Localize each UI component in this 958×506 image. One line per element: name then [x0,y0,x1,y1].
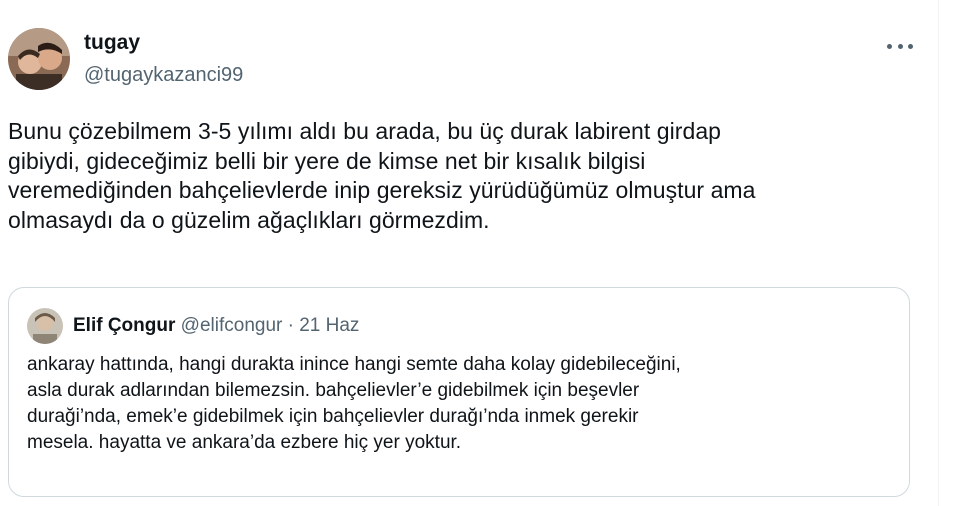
timeline-divider [938,0,939,506]
quote-text: ankaray hattında, hangi durakta inince h… [27,354,681,453]
tweet[interactable]: tugay @tugaykazanci99 Bunu çözebilmem 3-… [8,0,928,506]
quote-author-handle[interactable]: @elifcongur [181,315,283,336]
quote-author-name[interactable]: Elif Çongur [73,315,175,336]
quote-header: Elif Çongur @elifcongur · 21 Haz [73,314,359,338]
quote-avatar[interactable] [27,308,63,344]
dot [897,43,903,49]
more-options-icon[interactable] [887,36,913,56]
author-name[interactable]: tugay [84,30,140,56]
avatar[interactable] [8,28,70,90]
tweet-text: Bunu çözebilmem 3-5 yılımı aldı bu arada… [8,118,756,233]
author-handle[interactable]: @tugaykazanci99 [84,62,243,88]
dot [908,43,913,49]
quoted-tweet[interactable]: Elif Çongur @elifcongur · 21 Haz ankaray… [8,287,910,497]
quote-date[interactable]: 21 Haz [299,315,359,336]
dot [887,43,892,49]
quote-separator: · [287,315,294,336]
